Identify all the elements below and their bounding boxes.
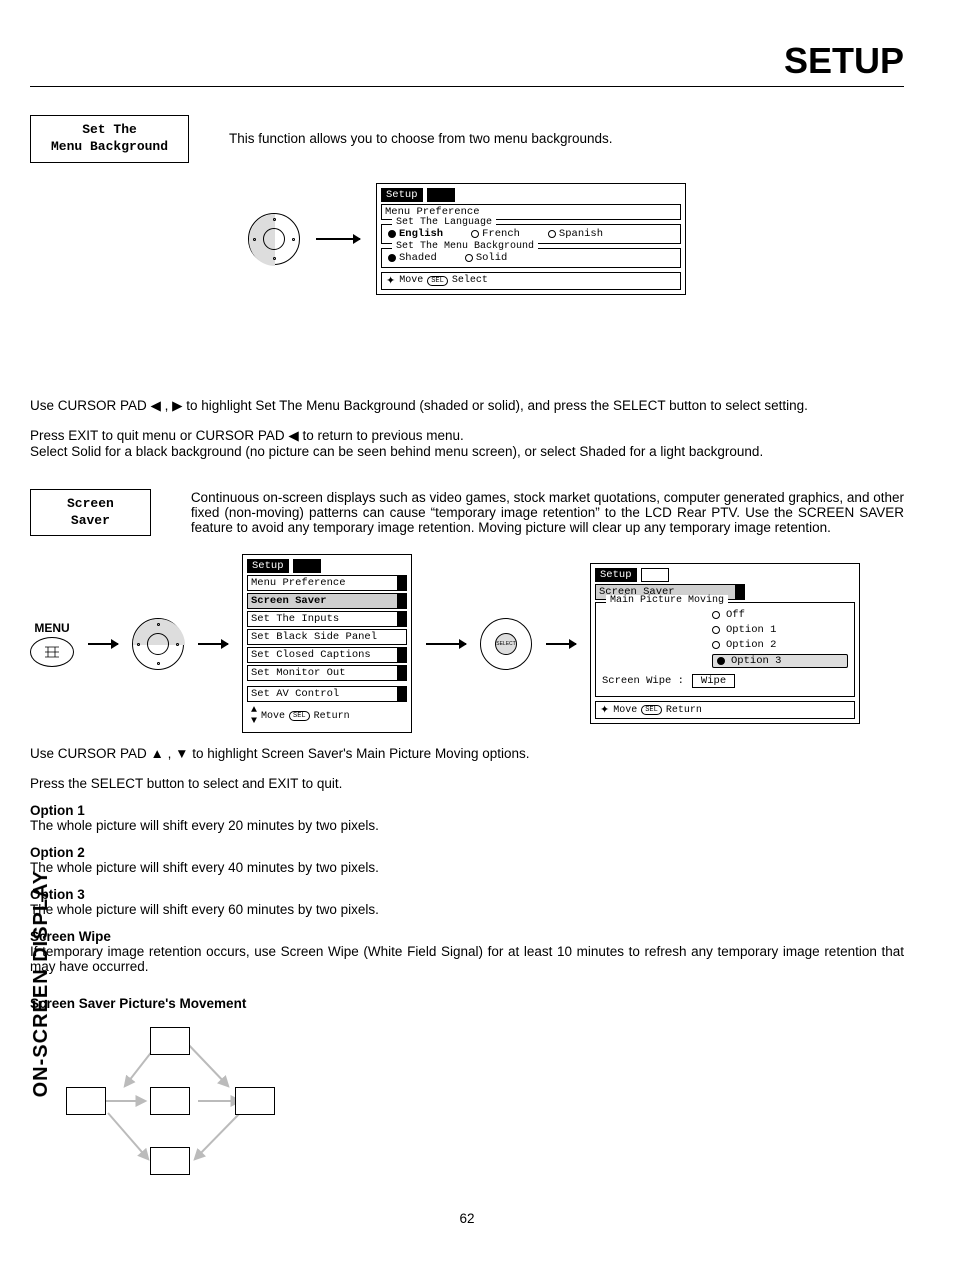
radio-option3[interactable]: Option 3 bbox=[712, 654, 848, 668]
label: Menu Background bbox=[51, 139, 168, 154]
sel-icon: SEL bbox=[641, 705, 662, 715]
side-tab: ON-SCREEN DISPLAY bbox=[30, 870, 53, 1097]
radio-english[interactable]: English bbox=[388, 228, 443, 240]
group-title: Set The Language bbox=[392, 217, 496, 228]
intro-text: This function allows you to choose from … bbox=[229, 131, 612, 146]
list-item[interactable]: Set The Inputs bbox=[247, 611, 407, 627]
paragraph: The whole picture will shift every 40 mi… bbox=[30, 860, 904, 875]
osd-setup-menu: Setup Menu Preference Screen Saver Set T… bbox=[242, 554, 412, 733]
osd-screen-saver: Setup Screen Saver Main Picture Moving O… bbox=[590, 563, 860, 724]
radio-dot-icon bbox=[712, 626, 720, 634]
list-item[interactable]: Screen Saver bbox=[247, 593, 407, 609]
osd-footer: ▲▼ Move SEL Return bbox=[247, 704, 407, 728]
intro-text: Continuous on-screen displays such as vi… bbox=[191, 490, 904, 535]
radio-dot-icon bbox=[465, 254, 473, 262]
group-title: Set The Menu Background bbox=[392, 241, 538, 252]
cursor-pad-icon bbox=[132, 618, 184, 670]
list-item[interactable]: Set Black Side Panel bbox=[247, 629, 407, 645]
tab: Setup bbox=[600, 569, 632, 581]
menu-background-button: Set The Menu Background bbox=[30, 115, 189, 163]
heading: Screen Wipe bbox=[30, 929, 904, 944]
arrow-right-icon bbox=[88, 643, 118, 645]
osd-footer: ✦ Move SEL Select bbox=[381, 272, 681, 290]
radio-dot-icon bbox=[717, 657, 725, 665]
screen-saver-button: Screen Saver bbox=[30, 489, 151, 537]
radio-option2[interactable]: Option 2 bbox=[712, 639, 848, 651]
label: Screen bbox=[67, 496, 114, 511]
menu-label: MENU bbox=[30, 621, 74, 635]
label: Set The bbox=[82, 122, 137, 137]
paragraph: The whole picture will shift every 60 mi… bbox=[30, 902, 904, 917]
radio-dot-icon bbox=[548, 230, 556, 238]
paragraph: Press EXIT to quit menu or CURSOR PAD ◀ … bbox=[30, 428, 904, 444]
page-title: SETUP bbox=[30, 40, 904, 87]
cursor-pad-icon bbox=[248, 213, 300, 265]
radio-off[interactable]: Off bbox=[712, 609, 848, 621]
tab: Setup bbox=[386, 189, 418, 201]
osd-menu-preference: Setup Menu Preference Set The Language E… bbox=[376, 183, 686, 295]
menu-button-icon bbox=[30, 637, 74, 667]
select-label: SELECT bbox=[495, 633, 517, 655]
radio-french[interactable]: French bbox=[471, 228, 520, 240]
select-button-icon: SELECT bbox=[480, 618, 532, 670]
radio-dot-icon bbox=[388, 230, 396, 238]
heading: Option 3 bbox=[30, 887, 904, 902]
page-number: 62 bbox=[30, 1211, 904, 1226]
sel-icon: SEL bbox=[289, 711, 310, 721]
heading: Screen Saver Picture's Movement bbox=[30, 996, 904, 1011]
movement-diagram bbox=[30, 1021, 290, 1181]
heading: Option 2 bbox=[30, 845, 904, 860]
radio-dot-icon bbox=[712, 611, 720, 619]
paragraph: Use CURSOR PAD ▲ , ▼ to highlight Screen… bbox=[30, 745, 904, 764]
list-item[interactable]: Set Closed Captions bbox=[247, 647, 407, 663]
radio-spanish[interactable]: Spanish bbox=[548, 228, 603, 240]
move-icon: ✦ bbox=[600, 703, 609, 717]
paragraph: If temporary image retention occurs, use… bbox=[30, 944, 904, 974]
arrow-right-icon bbox=[426, 643, 466, 645]
arrow-right-icon bbox=[546, 643, 576, 645]
label: Saver bbox=[71, 513, 110, 528]
radio-dot-icon bbox=[712, 641, 720, 649]
radio-dot-icon bbox=[471, 230, 479, 238]
list-item[interactable]: Menu Preference bbox=[247, 575, 407, 591]
list-item[interactable]: Set Monitor Out bbox=[247, 665, 407, 681]
arrow-right-icon bbox=[316, 238, 360, 240]
radio-dot-icon bbox=[388, 254, 396, 262]
tab: Setup bbox=[252, 560, 284, 572]
paragraph: Use CURSOR PAD ◀ , ▶ to highlight Set Th… bbox=[30, 397, 904, 416]
arrow-right-icon bbox=[198, 643, 228, 645]
group-title: Main Picture Moving bbox=[606, 595, 728, 606]
list-item[interactable]: Set AV Control bbox=[247, 686, 407, 702]
updown-icon: ▲▼ bbox=[251, 705, 257, 727]
sel-icon: SEL bbox=[427, 276, 448, 286]
osd-footer: ✦ Move SEL Return bbox=[595, 701, 855, 719]
wipe-label: Screen Wipe : bbox=[602, 675, 684, 687]
paragraph: Press the SELECT button to select and EX… bbox=[30, 776, 904, 791]
radio-shaded[interactable]: Shaded bbox=[388, 252, 437, 264]
radio-solid[interactable]: Solid bbox=[465, 252, 508, 264]
wipe-button[interactable]: Wipe bbox=[692, 674, 735, 688]
radio-option1[interactable]: Option 1 bbox=[712, 624, 848, 636]
paragraph: The whole picture will shift every 20 mi… bbox=[30, 818, 904, 833]
move-icon: ✦ bbox=[386, 274, 395, 288]
heading: Option 1 bbox=[30, 803, 904, 818]
paragraph: Select Solid for a black background (no … bbox=[30, 444, 904, 459]
